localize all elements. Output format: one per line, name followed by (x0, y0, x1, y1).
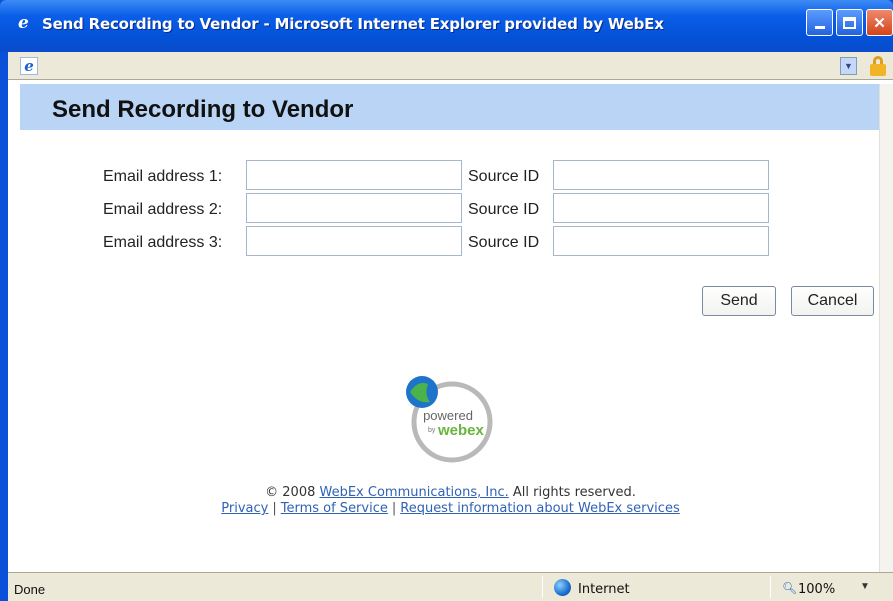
terms-of-service-link[interactable]: Terms of Service (281, 501, 388, 516)
ie-page-icon: e (20, 57, 38, 75)
cancel-button[interactable]: Cancel (791, 286, 874, 316)
security-zone[interactable]: Internet (578, 582, 630, 597)
address-bar: e ▼ (8, 52, 893, 80)
link-separator: | (272, 501, 277, 516)
ie-icon: e (18, 13, 29, 33)
copyright-suffix: All rights reserved. (512, 485, 636, 500)
page-content: Send Recording to Vendor Email address 1… (8, 80, 893, 572)
source-id-label: Source ID (468, 168, 540, 185)
magnifier-icon: 🔍︎ (782, 581, 798, 595)
privacy-link[interactable]: Privacy (221, 501, 268, 516)
footer-links: Privacy | Terms of Service | Request informa… (8, 501, 893, 516)
copyright-line: © 2008 WebEx Communications, Inc. All ri… (8, 485, 893, 500)
logo-text-powered: powered (423, 408, 473, 423)
source-id-field-1[interactable] (553, 160, 769, 190)
logo-text-by: by (428, 427, 436, 434)
source-id-label: Source ID (468, 201, 540, 218)
zoom-level[interactable]: 100% (798, 582, 835, 597)
copyright-prefix: © 2008 (265, 485, 316, 500)
link-separator: | (391, 501, 397, 516)
form-row: Email address 3: Source ID (8, 226, 893, 258)
logo-text-webex: webex (437, 422, 485, 439)
chevron-down-icon: ▼ (844, 61, 853, 71)
powered-by-webex-logo: powered by webex (406, 376, 493, 463)
email-field-3[interactable] (246, 226, 462, 256)
status-text: Done (14, 582, 46, 597)
title-bar[interactable]: e Send Recording to Vendor - Microsoft I… (0, 0, 893, 52)
zoom-dropdown-icon[interactable]: ▼ (860, 581, 870, 592)
lock-icon[interactable] (870, 56, 886, 76)
page-header: Send Recording to Vendor (20, 84, 887, 130)
email-field-1[interactable] (246, 160, 462, 190)
page-title: Send Recording to Vendor (52, 96, 354, 123)
maximize-button[interactable] (836, 9, 863, 36)
status-divider (542, 576, 543, 598)
globe-icon (554, 579, 571, 596)
email-label: Email address 1: (103, 168, 223, 185)
source-id-field-3[interactable] (553, 226, 769, 256)
window-title: Send Recording to Vendor - Microsoft Int… (42, 15, 664, 33)
status-divider (770, 576, 771, 598)
address-dropdown-button[interactable]: ▼ (840, 57, 857, 75)
email-label: Email address 3: (103, 234, 223, 251)
form-row: Email address 2: Source ID (8, 193, 893, 225)
browser-window: e Send Recording to Vendor - Microsoft I… (0, 0, 893, 601)
maximize-icon (843, 16, 856, 29)
close-icon: ✕ (873, 14, 886, 32)
minimize-button[interactable] (806, 9, 833, 36)
status-bar: Done Internet 🔍︎ 100% ▼ (8, 572, 893, 601)
source-id-label: Source ID (468, 234, 540, 251)
minimize-icon (814, 25, 825, 29)
request-information-link[interactable]: Request information about WebEx services (400, 501, 679, 516)
source-id-field-2[interactable] (553, 193, 769, 223)
send-button[interactable]: Send (702, 286, 776, 316)
email-field-2[interactable] (246, 193, 462, 223)
form-row: Email address 1: Source ID (8, 160, 893, 192)
email-label: Email address 2: (103, 201, 223, 218)
webex-company-link[interactable]: WebEx Communications, Inc. (320, 485, 509, 500)
close-button[interactable]: ✕ (866, 9, 893, 36)
